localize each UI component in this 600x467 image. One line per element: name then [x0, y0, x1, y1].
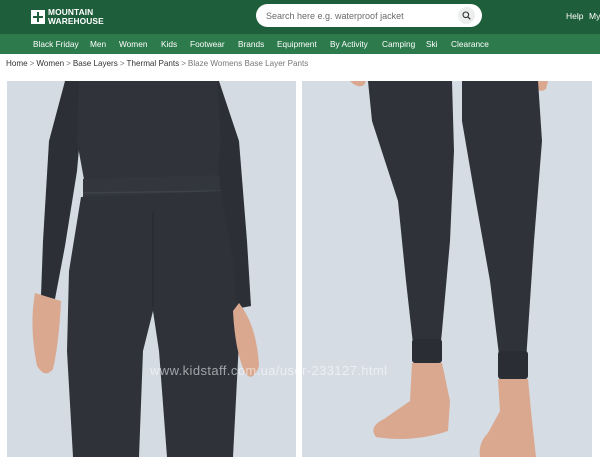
brand-line-2: WAREHOUSE [48, 15, 104, 26]
logo-mark-icon [31, 9, 45, 24]
search-input[interactable] [266, 7, 456, 24]
nav-item-women[interactable]: Women [119, 39, 147, 49]
brand-name: MOUNTAIN WAREHOUSE [48, 8, 104, 25]
account-link[interactable]: My [589, 11, 600, 21]
breadcrumb-current-page: Blaze Womens Base Layer Pants [187, 59, 309, 68]
nav-item-clearance[interactable]: Clearance [451, 39, 489, 49]
product-image-main[interactable] [7, 81, 296, 457]
nav-item-camping[interactable]: Camping [382, 39, 415, 49]
nav-item-footwear[interactable]: Footwear [190, 39, 225, 49]
breadcrumb-base-layers[interactable]: Base Layers [73, 59, 118, 68]
breadcrumb-separator: > [181, 59, 186, 68]
breadcrumb-home[interactable]: Home [6, 59, 28, 68]
search-icon [462, 11, 471, 20]
breadcrumb-women[interactable]: Women [36, 59, 64, 68]
breadcrumb-separator: > [66, 59, 71, 68]
nav-item-ski[interactable]: Ski [426, 39, 438, 49]
nav-item-black-friday[interactable]: Black Friday [33, 39, 79, 49]
nav-item-kids[interactable]: Kids [161, 39, 177, 49]
product-photo-legs-illustration [302, 81, 592, 457]
breadcrumb-separator: > [119, 59, 125, 68]
category-nav: Black Friday Men Women Kids Footwear Bra… [0, 34, 600, 54]
search-button[interactable] [458, 7, 475, 24]
product-image-legs[interactable] [302, 81, 592, 457]
search-bar [256, 4, 482, 27]
help-link[interactable]: Help [566, 11, 583, 21]
breadcrumb-thermal-pants[interactable]: Thermal Pants [127, 59, 180, 68]
nav-item-men[interactable]: Men [90, 39, 106, 49]
product-photo-front-illustration [7, 81, 296, 457]
nav-item-equipment[interactable]: Equipment [277, 39, 317, 49]
nav-item-brands[interactable]: Brands [238, 39, 264, 49]
top-header: MOUNTAIN WAREHOUSE Help My [0, 0, 600, 34]
breadcrumb: Home > Women > Base Layers > Thermal Pants > Bla… [6, 59, 308, 68]
watermark-text: www.kidstaff.com.ua/user-233127.html [150, 363, 388, 378]
nav-item-by-activity[interactable]: By Activity [330, 39, 368, 49]
brand-logo[interactable]: MOUNTAIN WAREHOUSE [31, 8, 104, 25]
